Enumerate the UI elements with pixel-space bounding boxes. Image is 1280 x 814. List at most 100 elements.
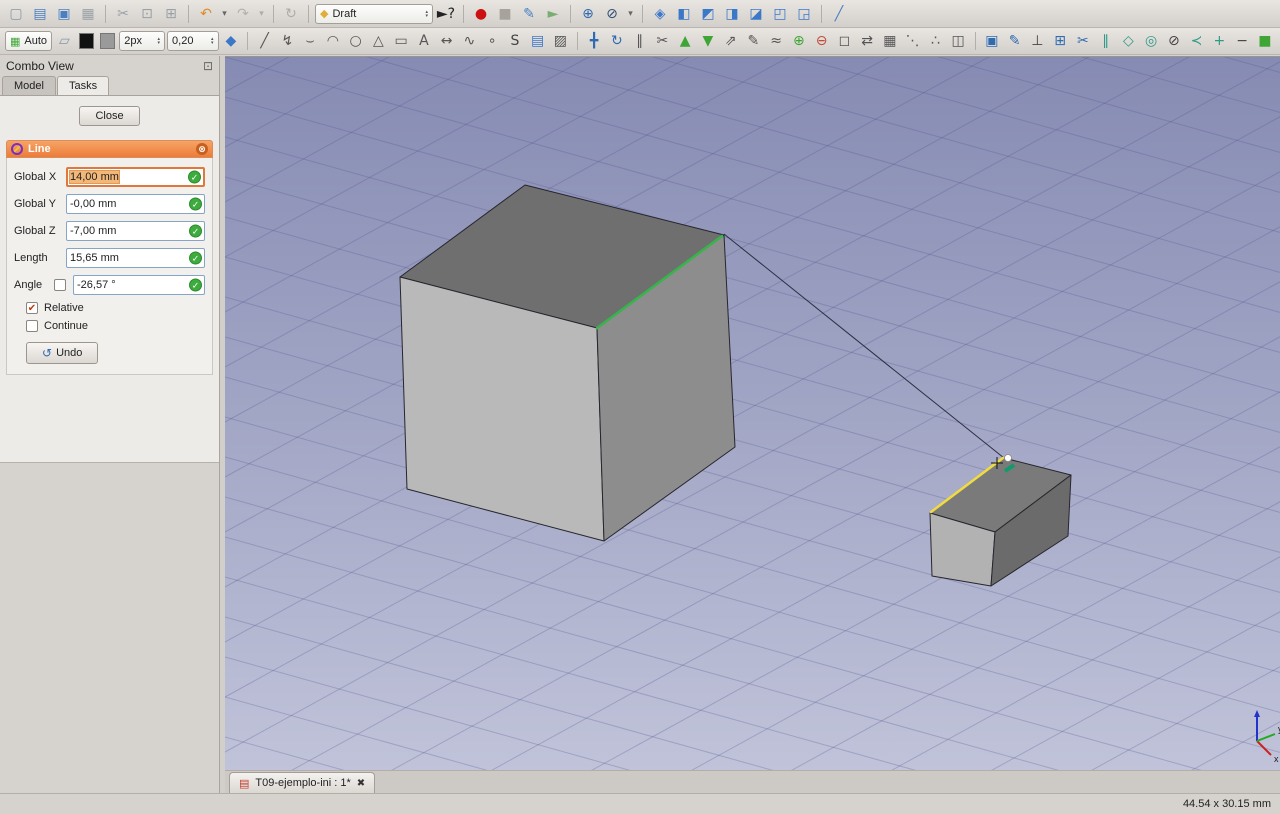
scale-multiplier-spinbox[interactable]: 0,20 ▴ ▾ — [167, 31, 219, 51]
save-icon[interactable]: ▣ — [53, 3, 75, 25]
draft-draft2sketch-icon[interactable]: ⇄ — [857, 30, 878, 52]
draft-polygon-icon[interactable]: △ — [368, 30, 389, 52]
draft-clone-icon[interactable]: ◫ — [948, 30, 969, 52]
draft-dimension-icon[interactable]: ↔ — [436, 30, 457, 52]
face-color-swatch[interactable] — [100, 33, 116, 49]
print-icon[interactable]: ▦ — [77, 3, 99, 25]
tab-model[interactable]: Model — [2, 76, 56, 95]
snap-special-icon[interactable]: ≺ — [1186, 30, 1207, 52]
snap-parallel-icon[interactable]: ∥ — [1095, 30, 1116, 52]
open-file-icon[interactable]: ▤ — [29, 3, 51, 25]
macro-record-icon[interactable]: ● — [470, 3, 492, 25]
cut-icon[interactable]: ✂ — [112, 3, 134, 25]
draft-downgrade-icon[interactable]: ▼ — [698, 30, 719, 52]
snap-intersection-icon[interactable]: ✂ — [1073, 30, 1094, 52]
draft-circle-icon[interactable]: ○ — [345, 30, 366, 52]
apply-style-icon[interactable]: ◆ — [221, 30, 242, 52]
copy-icon[interactable]: ⊡ — [136, 3, 158, 25]
draft-addpoint-icon[interactable]: ⊕ — [789, 30, 810, 52]
snap-extension-icon[interactable]: ◇ — [1118, 30, 1139, 52]
draft-edit-icon[interactable]: ✎ — [743, 30, 764, 52]
refresh-icon[interactable]: ↻ — [280, 3, 302, 25]
document-tab[interactable]: ▤ T09-ejemplo-ini : 1* ✖ — [229, 772, 376, 793]
draft-scale-icon[interactable]: ⇗ — [720, 30, 741, 52]
length-input[interactable]: 15,65 mm ✓ — [66, 248, 205, 268]
angle-lock-checkbox[interactable] — [54, 279, 66, 291]
macro-play-icon[interactable]: ► — [542, 3, 564, 25]
draw-style-menu-icon[interactable]: ▾ — [625, 3, 636, 25]
view-top-icon[interactable]: ◩ — [697, 3, 719, 25]
measure-distance-icon[interactable]: ╱ — [828, 3, 850, 25]
draft-wire-icon[interactable]: ↯ — [277, 30, 298, 52]
redo-menu-icon[interactable]: ▾ — [256, 3, 267, 25]
auto-plane-button[interactable]: ▦ Auto — [5, 31, 53, 51]
snap-center-icon[interactable]: ◎ — [1141, 30, 1162, 52]
dock-icon[interactable]: ⊡ — [203, 59, 213, 73]
draft-shape2dview-icon[interactable]: ◻ — [834, 30, 855, 52]
snap-midpoint-icon[interactable]: ⊥ — [1027, 30, 1048, 52]
relative-checkbox[interactable]: ✔ — [26, 302, 38, 314]
draft-hatch-icon[interactable]: ▨ — [550, 30, 571, 52]
undo-icon[interactable]: ↶ — [195, 3, 217, 25]
global-z-input[interactable]: -7,00 mm ✓ — [66, 221, 205, 241]
continue-checkbox[interactable] — [26, 320, 38, 332]
close-document-icon[interactable]: ✖ — [357, 778, 365, 789]
draft-point-icon[interactable]: ∘ — [482, 30, 503, 52]
draft-line-icon[interactable]: ╱ — [254, 30, 275, 52]
view-isometric-icon[interactable]: ◈ — [649, 3, 671, 25]
draft-facebinder-icon[interactable]: ▤ — [527, 30, 548, 52]
close-button[interactable]: Close — [79, 106, 140, 126]
draft-pointarray-icon[interactable]: ∴ — [925, 30, 946, 52]
draft-shapestring-icon[interactable]: S — [505, 30, 526, 52]
snap-ortho-icon[interactable]: − — [1232, 30, 1253, 52]
line-color-swatch[interactable] — [78, 33, 94, 49]
snap-dimensions-icon[interactable]: ■ — [1255, 30, 1276, 52]
draft-array-icon[interactable]: ▦ — [880, 30, 901, 52]
global-y-input[interactable]: -0,00 mm ✓ — [66, 194, 205, 214]
zoom-fit-icon[interactable]: ⊕ — [577, 3, 599, 25]
view-right-icon[interactable]: ◨ — [721, 3, 743, 25]
snap-grid-icon[interactable]: ⊞ — [1050, 30, 1071, 52]
working-plane-icon[interactable]: ▱ — [54, 30, 75, 52]
task-collapse-icon[interactable]: ⊗ — [196, 143, 208, 155]
view-left-icon[interactable]: ◲ — [793, 3, 815, 25]
workbench-selector-arrows[interactable]: ▴ ▾ — [425, 9, 428, 18]
new-file-icon[interactable]: ▢ — [5, 3, 27, 25]
undo-menu-icon[interactable]: ▾ — [219, 3, 230, 25]
scale-multiplier-arrows[interactable]: ▴ ▾ — [211, 37, 214, 46]
macro-stop-icon[interactable]: ■ — [494, 3, 516, 25]
view-front-icon[interactable]: ◧ — [673, 3, 695, 25]
draft-arc-icon[interactable]: ◠ — [323, 30, 344, 52]
draft-patharray-icon[interactable]: ⋱ — [902, 30, 923, 52]
line-width-arrows[interactable]: ▴ ▾ — [158, 37, 161, 46]
draft-rotate-icon[interactable]: ↻ — [607, 30, 628, 52]
3d-viewport[interactable]: xy — [225, 56, 1280, 771]
draft-text-icon[interactable]: A — [414, 30, 435, 52]
draft-bspline-icon[interactable]: ∿ — [459, 30, 480, 52]
whats-this-icon[interactable]: ►? — [435, 3, 457, 25]
draft-upgrade-icon[interactable]: ▲ — [675, 30, 696, 52]
line-width-combo[interactable]: 2px ▴ ▾ — [119, 31, 166, 51]
view-rear-icon[interactable]: ◪ — [745, 3, 767, 25]
draft-fillet-icon[interactable]: ⌣ — [300, 30, 321, 52]
draft-move-icon[interactable]: ╋ — [584, 30, 605, 52]
snap-lock-icon[interactable]: ▣ — [982, 30, 1003, 52]
view-bottom-icon[interactable]: ◰ — [769, 3, 791, 25]
global-x-input[interactable]: 14,00 mm ✓ — [66, 167, 205, 187]
draft-wire2bspline-icon[interactable]: ≈ — [766, 30, 787, 52]
draft-delpoint-icon[interactable]: ⊖ — [811, 30, 832, 52]
draft-rectangle-icon[interactable]: ▭ — [391, 30, 412, 52]
workbench-selector-combo[interactable]: ◆ Draft ▴ ▾ — [315, 3, 433, 24]
draw-style-icon[interactable]: ⊘ — [601, 3, 623, 25]
tab-tasks[interactable]: Tasks — [56, 76, 110, 95]
3d-scene[interactable]: xy — [225, 57, 1280, 771]
macro-edit-icon[interactable]: ✎ — [518, 3, 540, 25]
snap-endpoint-icon[interactable]: ✎ — [1004, 30, 1025, 52]
snap-angle-icon[interactable]: ⊘ — [1164, 30, 1185, 52]
paste-icon[interactable]: ⊞ — [160, 3, 182, 25]
redo-icon[interactable]: ↷ — [232, 3, 254, 25]
draft-offset-icon[interactable]: ∥ — [629, 30, 650, 52]
draft-trimex-icon[interactable]: ✂ — [652, 30, 673, 52]
angle-input[interactable]: -26,57 ° ✓ — [73, 275, 205, 295]
snap-near-icon[interactable]: + — [1209, 30, 1230, 52]
